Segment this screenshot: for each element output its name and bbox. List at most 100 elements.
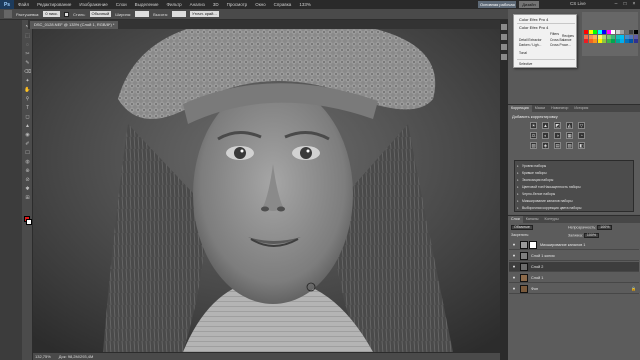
posterize-icon[interactable]: ◈: [542, 142, 549, 149]
tab-paths[interactable]: Контуры: [542, 216, 562, 223]
efex-title[interactable]: Color Efex Pro 4: [519, 17, 548, 22]
hand-tool-icon[interactable]: ✱: [24, 186, 31, 193]
refine-edge-button[interactable]: Уточн. край...: [189, 11, 219, 17]
selective-color-icon[interactable]: ◧: [578, 142, 585, 149]
invert-icon[interactable]: ▨: [530, 142, 537, 149]
swatch[interactable]: [597, 30, 602, 34]
swatch[interactable]: [620, 34, 624, 39]
close-icon[interactable]: ×: [631, 1, 637, 7]
swatch[interactable]: [633, 39, 638, 43]
swatch[interactable]: [584, 30, 588, 34]
gradient-map-icon[interactable]: ▧: [566, 142, 573, 149]
clone-tool-icon[interactable]: ✋: [24, 87, 31, 94]
eyedropper-tool-icon[interactable]: ✎: [24, 60, 31, 67]
efex-title-secondary[interactable]: Color Efex Pro 4: [519, 25, 548, 30]
style-select[interactable]: Обычный: [89, 11, 112, 17]
history-brush-tool-icon[interactable]: ⚲: [24, 96, 31, 103]
document-tab[interactable]: DSC_0128.NEF @ 133% (Слой 1, RGB/8*) *: [30, 21, 119, 29]
swatch[interactable]: [629, 39, 633, 43]
document-canvas[interactable]: [33, 29, 500, 352]
threshold-icon[interactable]: ▤: [554, 142, 561, 149]
preset-item[interactable]: ▸ Кривые наборы: [517, 171, 631, 177]
marquee-tool-preset-icon[interactable]: [4, 10, 12, 18]
layer-mask-thumbnail[interactable]: [529, 240, 537, 249]
maximize-icon[interactable]: □: [622, 1, 628, 7]
cs-live-button[interactable]: CS Live: [570, 1, 586, 6]
fill-input[interactable]: 100%: [583, 233, 600, 238]
layer-row[interactable]: ● Фон 🔒: [509, 284, 639, 294]
healing-tool-icon[interactable]: ⌫: [24, 69, 31, 76]
dodge-tool-icon[interactable]: ✐: [24, 141, 31, 148]
swatch[interactable]: [606, 30, 611, 34]
zoom-readout[interactable]: 133%: [295, 2, 315, 7]
swatch[interactable]: [615, 30, 620, 34]
brush-tool-icon[interactable]: ✦: [24, 78, 31, 85]
swatch[interactable]: [620, 39, 624, 43]
swatch[interactable]: [593, 34, 597, 39]
swatch[interactable]: [584, 39, 588, 43]
swatch[interactable]: [593, 39, 597, 43]
swatch[interactable]: [620, 30, 624, 34]
curves-icon[interactable]: ◩: [554, 122, 561, 129]
antialias-checkbox[interactable]: [64, 11, 70, 17]
opacity-input[interactable]: 100%: [597, 225, 613, 230]
workspace-essentials-button[interactable]: Основная рабочая среда: [478, 1, 516, 8]
swatch[interactable]: [611, 34, 615, 39]
menu-image[interactable]: Изображение: [75, 2, 111, 7]
swatch[interactable]: [611, 30, 615, 34]
swatch[interactable]: [588, 30, 593, 34]
swatch[interactable]: [584, 34, 588, 39]
swatch[interactable]: [606, 34, 611, 39]
visibility-eye-icon[interactable]: ●: [511, 242, 517, 248]
visibility-eye-icon[interactable]: ●: [511, 275, 517, 281]
minimize-icon[interactable]: –: [613, 1, 619, 7]
vibrance-icon[interactable]: ▽: [578, 122, 585, 129]
photo-filter-icon[interactable]: ▦: [566, 132, 573, 139]
swatch[interactable]: [624, 39, 629, 43]
swatch[interactable]: [602, 30, 606, 34]
levels-icon[interactable]: ▲: [542, 122, 549, 129]
3d-tool-icon[interactable]: ⊘: [24, 177, 31, 184]
swatch[interactable]: [633, 34, 638, 39]
tab-navigator[interactable]: Навигатор: [548, 105, 571, 112]
efex-selective[interactable]: Selective: [519, 62, 532, 66]
marquee-tool-icon[interactable]: ⬚: [24, 33, 31, 40]
feather-input[interactable]: 0 пикс.: [43, 11, 61, 17]
efex-cross-process[interactable]: Cross Proce...: [550, 43, 571, 47]
crop-tool-icon[interactable]: ✂: [24, 51, 31, 58]
swatch[interactable]: [602, 34, 606, 39]
exposure-icon[interactable]: ◭: [566, 122, 573, 129]
layer-row[interactable]: ● Слой 1 копия: [509, 251, 639, 261]
visibility-eye-icon[interactable]: ●: [511, 264, 517, 270]
brightness-contrast-icon[interactable]: ☀: [530, 122, 537, 129]
history-panel-icon[interactable]: [501, 24, 507, 30]
menu-view[interactable]: Просмотр: [223, 2, 252, 7]
menu-file[interactable]: Файл: [14, 2, 33, 7]
tab-masks[interactable]: Маски: [532, 105, 548, 112]
preset-item[interactable]: ▸ Цветовой тон/Насыщенность наборы: [517, 185, 631, 191]
preset-item[interactable]: ▸ Микширование каналов наборы: [517, 199, 631, 205]
zoom-tool-icon[interactable]: ⊞: [24, 195, 31, 202]
brush-panel-icon[interactable]: [501, 54, 507, 60]
pen-tool-icon[interactable]: ☐: [24, 150, 31, 157]
black-white-icon[interactable]: ◑: [554, 132, 561, 139]
type-tool-icon[interactable]: T: [24, 105, 31, 112]
swatch[interactable]: [629, 30, 633, 34]
menu-filter[interactable]: Фильтр: [163, 2, 186, 7]
channel-mixer-icon[interactable]: ◔: [578, 132, 585, 139]
swatch[interactable]: [633, 30, 638, 34]
menu-window[interactable]: Окно: [251, 2, 269, 7]
path-selection-tool-icon[interactable]: ◍: [24, 159, 31, 166]
efex-darken-lighten[interactable]: Darken / Ligh...: [519, 43, 541, 47]
gradient-tool-icon[interactable]: ▲: [24, 123, 31, 130]
menu-select[interactable]: Выделение: [131, 2, 163, 7]
swatch[interactable]: [629, 34, 633, 39]
swatch[interactable]: [593, 30, 597, 34]
actions-panel-icon[interactable]: [501, 34, 507, 40]
menu-help[interactable]: Справка: [270, 2, 296, 7]
swatch[interactable]: [624, 30, 629, 34]
swatch[interactable]: [597, 34, 602, 39]
swatch[interactable]: [602, 39, 606, 43]
swatch[interactable]: [588, 39, 593, 43]
swatch[interactable]: [611, 39, 615, 43]
